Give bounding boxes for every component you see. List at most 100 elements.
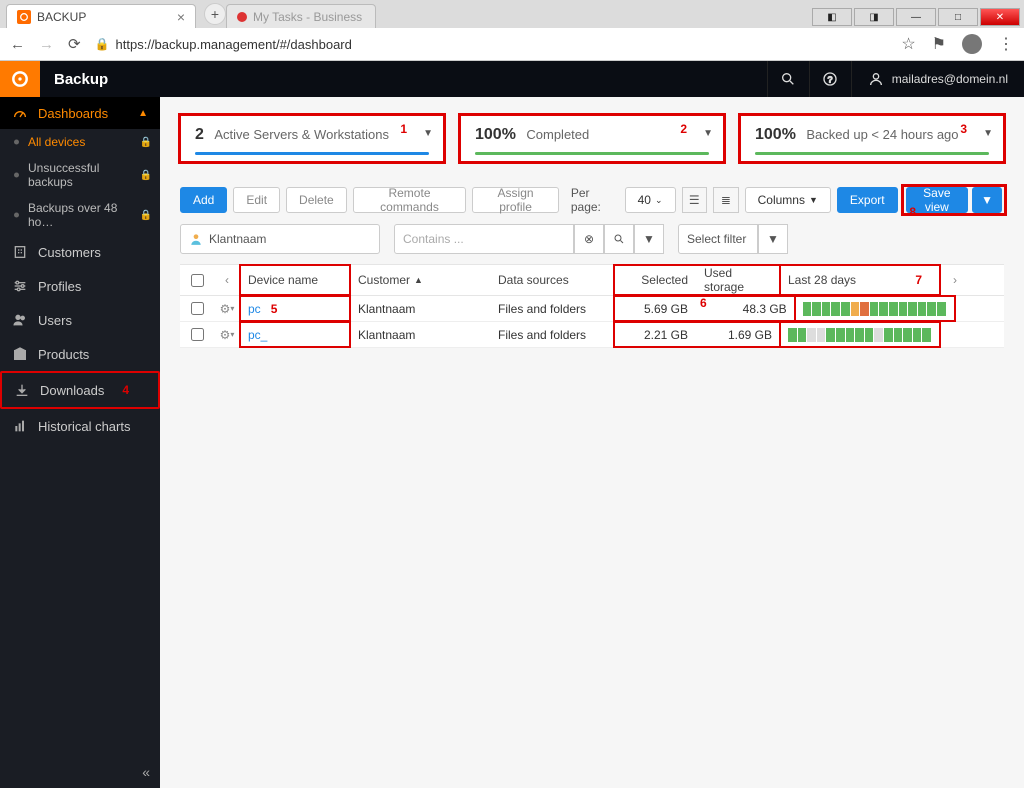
header-device-name[interactable]: Device name	[240, 265, 350, 295]
filter-row: Klantnaam Contains ... ⊗ ▼ Select filter…	[180, 224, 1004, 254]
search-icon[interactable]	[767, 61, 809, 97]
chevron-down-icon[interactable]: ▼	[983, 128, 993, 139]
add-button[interactable]: Add	[180, 187, 227, 213]
sidebar-item-users[interactable]: Users	[0, 303, 160, 337]
star-icon[interactable]: ☆	[901, 34, 915, 54]
sliders-icon	[12, 278, 28, 294]
header-data-sources[interactable]: Data sources	[490, 265, 614, 295]
row-gear-icon[interactable]: ⚙▾	[214, 322, 240, 347]
window-icon[interactable]: ◧	[812, 8, 852, 26]
new-tab-button[interactable]: +	[204, 3, 226, 25]
sidebar-item-historical[interactable]: Historical charts	[0, 409, 160, 443]
sidebar-label: Users	[38, 313, 72, 328]
app-header: Backup ? mailadres@domein.nl	[0, 61, 1024, 97]
tab-title: BACKUP	[37, 10, 86, 24]
sidebar-label: Profiles	[38, 279, 81, 294]
browser-chrome: BACKUP × + My Tasks - Business ◧ ◨ — □ ✕…	[0, 0, 1024, 61]
select-filter-dropdown[interactable]: ▼	[758, 224, 788, 254]
stat-card-completed[interactable]: 2 100% Completed ▼	[460, 115, 724, 162]
header-prev-icon[interactable]: ‹	[214, 265, 240, 295]
row-gear-icon[interactable]: ⚙▾	[214, 296, 240, 321]
menu-icon[interactable]: ⋮	[998, 34, 1014, 54]
filter-dropdown-icon[interactable]: ▼	[634, 224, 664, 254]
delete-button[interactable]: Delete	[286, 187, 347, 213]
sidebar-item-products[interactable]: Products	[0, 337, 160, 371]
tab-close-icon[interactable]: ×	[177, 9, 185, 25]
cell-data-sources: Files and folders	[490, 296, 614, 321]
app-logo[interactable]	[0, 61, 40, 97]
table-header: ‹ Device name Customer▲ Data sources Sel…	[180, 264, 1004, 296]
stat-card-backedup[interactable]: 3 100% Backed up < 24 hours ago ▼	[740, 115, 1004, 162]
sidebar-sub-all-devices[interactable]: All devices 🔒	[0, 129, 160, 155]
assign-profile-button[interactable]: Assign profile	[472, 187, 559, 213]
reload-icon[interactable]: ⟳	[68, 35, 81, 53]
person-icon	[189, 232, 203, 246]
search-icon[interactable]	[604, 224, 634, 254]
extension-icon[interactable]: ⚑	[932, 34, 946, 54]
header-checkbox[interactable]	[180, 265, 214, 295]
sidebar-label: Historical charts	[38, 419, 130, 434]
device-link[interactable]: pc_	[248, 328, 267, 342]
stat-label: Backed up < 24 hours ago	[806, 127, 958, 142]
annotation-5: 5	[271, 302, 278, 316]
stat-card-active[interactable]: 1 2 Active Servers & Workstations ▼	[180, 115, 444, 162]
cell-used-storage: 1.69 GB	[696, 322, 780, 347]
header-customer[interactable]: Customer▲	[350, 265, 490, 295]
url-text: https://backup.management/#/dashboard	[116, 37, 352, 52]
select-filter-button[interactable]: Select filter	[678, 224, 758, 254]
sidebar-item-profiles[interactable]: Profiles	[0, 269, 160, 303]
url-input[interactable]: 🔒 https://backup.management/#/dashboard	[95, 37, 888, 52]
window-minimize[interactable]: —	[896, 8, 936, 26]
lock-icon: 🔒	[95, 37, 110, 51]
chevron-down-icon[interactable]: ▼	[703, 128, 713, 139]
building-icon	[12, 244, 28, 260]
window-maximize[interactable]: □	[938, 8, 978, 26]
sidebar-sub-label: All devices	[28, 135, 85, 149]
view-list-icon[interactable]: ☰	[682, 187, 708, 213]
back-icon[interactable]: ←	[10, 36, 25, 53]
window-close[interactable]: ✕	[980, 8, 1020, 26]
remote-commands-button[interactable]: Remote commands	[353, 187, 467, 213]
stat-progress	[475, 152, 709, 155]
save-view-dropdown[interactable]: ▼	[972, 187, 1002, 213]
browser-tab-active[interactable]: BACKUP ×	[6, 4, 196, 28]
device-link[interactable]: pc	[248, 302, 261, 316]
header-user[interactable]: mailadres@domein.nl	[851, 61, 1024, 97]
sidebar-item-customers[interactable]: Customers	[0, 235, 160, 269]
window-icon[interactable]: ◨	[854, 8, 894, 26]
header-used-storage[interactable]: Used storage	[696, 265, 780, 295]
view-grid-icon[interactable]: ≣	[713, 187, 739, 213]
export-button[interactable]: Export	[837, 187, 898, 213]
table-row[interactable]: ⚙▾pc_KlantnaamFiles and folders2.21 GB1.…	[180, 322, 1004, 348]
sidebar-sub-label: Unsuccessful backups	[28, 161, 140, 189]
annotation-7: 7	[915, 273, 922, 287]
columns-button[interactable]: Columns ▼	[745, 187, 831, 213]
annotation-4: 4	[122, 383, 129, 397]
customer-filter[interactable]: Klantnaam	[180, 224, 380, 254]
chevron-down-icon[interactable]: ▼	[423, 128, 433, 139]
header-selected[interactable]: Selected	[614, 265, 696, 295]
browser-tab-inactive[interactable]: My Tasks - Business	[226, 4, 376, 28]
app-title: Backup	[40, 71, 108, 88]
clear-filter-icon[interactable]: ⊗	[574, 224, 604, 254]
account-icon[interactable]	[962, 34, 982, 54]
row-checkbox[interactable]	[180, 296, 214, 321]
per-page-select[interactable]: 40⌄	[625, 187, 676, 213]
row-checkbox[interactable]	[180, 322, 214, 347]
header-last-28-days[interactable]: Last 28 days 7	[780, 265, 940, 295]
help-icon[interactable]: ?	[809, 61, 851, 97]
contains-input[interactable]: Contains ...	[394, 224, 574, 254]
header-next-icon[interactable]: ›	[940, 265, 970, 295]
cell-last-28-days	[795, 296, 955, 321]
collapse-sidebar-icon[interactable]: «	[142, 764, 150, 780]
edit-button[interactable]: Edit	[233, 187, 280, 213]
forward-icon[interactable]: →	[39, 36, 54, 53]
customer-filter-value: Klantnaam	[209, 232, 266, 246]
sidebar-item-dashboards[interactable]: Dashboards ▲	[0, 97, 160, 129]
sidebar-sub-48h[interactable]: Backups over 48 ho… 🔒	[0, 195, 160, 235]
stat-label: Active Servers & Workstations	[214, 127, 389, 142]
stat-label: Completed	[526, 127, 589, 142]
sidebar-item-downloads[interactable]: Downloads 4	[0, 371, 160, 409]
sidebar-sub-unsuccessful[interactable]: Unsuccessful backups 🔒	[0, 155, 160, 195]
table-row[interactable]: ⚙▾pc5KlantnaamFiles and folders5.69 GB64…	[180, 296, 1004, 322]
